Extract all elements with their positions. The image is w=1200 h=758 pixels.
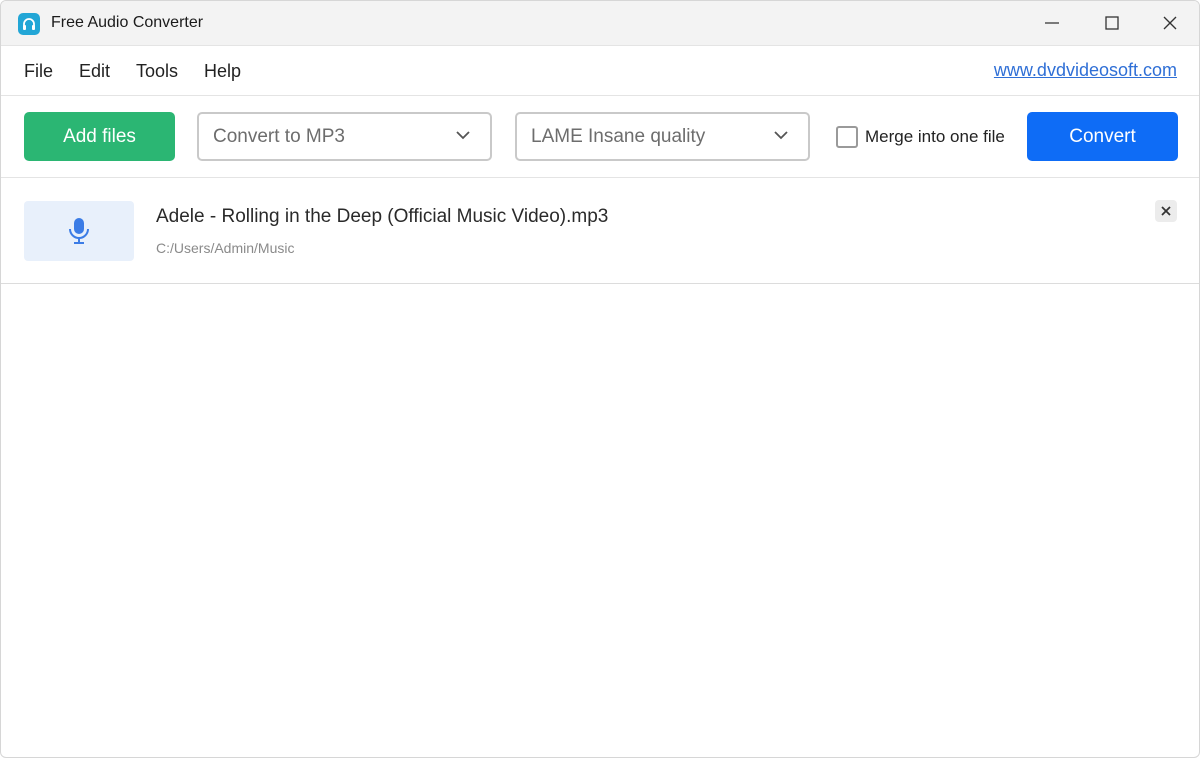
maximize-button[interactable] [1082,1,1142,45]
minimize-button[interactable] [1022,1,1082,45]
microphone-icon [69,218,89,244]
menu-edit[interactable]: Edit [79,61,110,82]
quality-select[interactable]: LAME Insane quality [515,112,810,161]
remove-file-button[interactable] [1155,200,1177,222]
quality-select-value: LAME Insane quality [531,126,706,147]
menu-file[interactable]: File [24,61,53,82]
chevron-down-icon [456,131,470,140]
toolbar: Add files Convert to MP3 LAME Insane qua… [1,96,1199,178]
minimize-icon [1045,22,1059,24]
title-bar: Free Audio Converter [1,1,1199,46]
chevron-down-icon [774,131,788,140]
file-list-item[interactable]: Adele - Rolling in the Deep (Official Mu… [1,178,1199,284]
close-button[interactable] [1140,1,1199,45]
file-thumbnail [24,201,134,261]
maximize-icon [1105,16,1119,30]
website-link[interactable]: www.dvdvideosoft.com [994,60,1177,81]
file-name: Adele - Rolling in the Deep (Official Mu… [156,206,609,227]
add-files-button[interactable]: Add files [24,112,175,161]
file-path: C:/Users/Admin/Music [156,240,295,256]
menu-bar: File Edit Tools Help www.dvdvideosoft.co… [1,46,1199,96]
close-icon [1163,16,1177,30]
format-select[interactable]: Convert to MP3 [197,112,492,161]
close-icon [1161,206,1171,216]
merge-checkbox-label[interactable]: Merge into one file [865,127,1005,147]
format-select-value: Convert to MP3 [213,126,345,147]
convert-button[interactable]: Convert [1027,112,1178,161]
menu-help[interactable]: Help [204,61,241,82]
merge-checkbox[interactable] [836,126,858,148]
window-title: Free Audio Converter [51,14,204,31]
app-window: Free Audio Converter File Edit Tools Hel… [0,0,1200,758]
headphones-icon [18,13,40,35]
menu-tools[interactable]: Tools [136,61,178,82]
